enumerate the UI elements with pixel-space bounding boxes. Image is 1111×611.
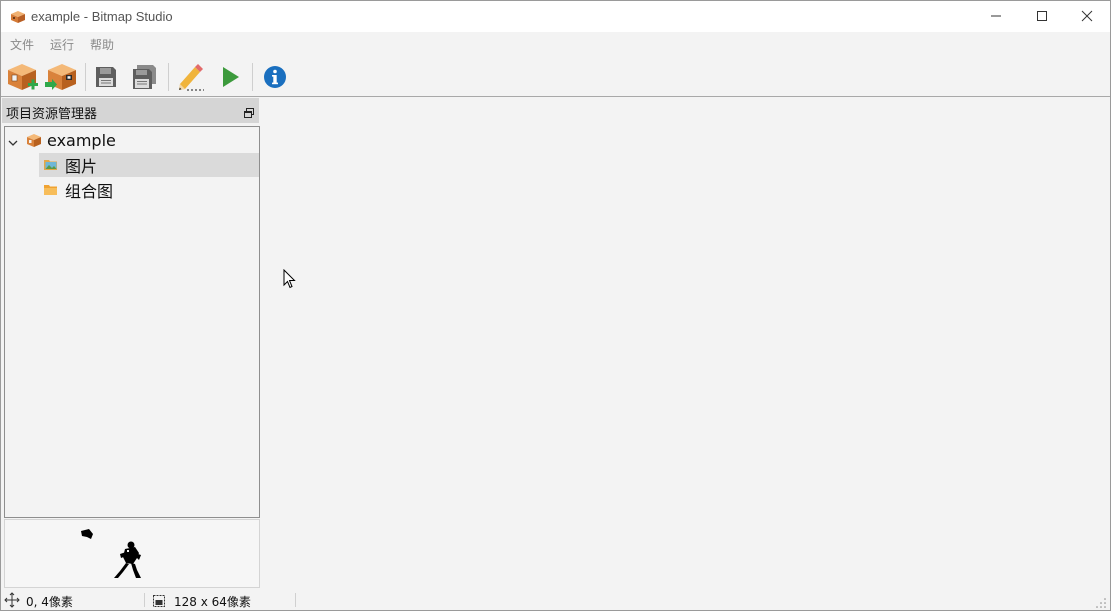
image-size-icon xyxy=(152,593,166,607)
status-separator xyxy=(295,593,296,607)
floppy-stack-icon xyxy=(133,65,156,89)
cursor-position: 0, 4像素 xyxy=(26,595,73,609)
window-title: example - Bitmap Studio xyxy=(31,9,173,24)
sprite-preview-image xyxy=(81,529,141,578)
folder-icon xyxy=(43,182,59,198)
minimize-button[interactable] xyxy=(973,1,1019,31)
play-icon xyxy=(223,67,239,87)
about-button[interactable] xyxy=(258,60,292,94)
tree-item-label: 图片 xyxy=(65,157,98,176)
menu-help[interactable]: 帮助 xyxy=(90,36,114,53)
tree-item-label: example xyxy=(47,130,116,150)
run-button[interactable] xyxy=(213,60,247,94)
status-bar: 0, 4像素 128 x 64像素 xyxy=(1,590,1110,610)
new-project-button[interactable] xyxy=(6,60,40,94)
maximize-icon xyxy=(1037,11,1047,21)
package-arrow-icon xyxy=(45,64,76,90)
title-bar: example - Bitmap Studio xyxy=(1,1,1110,32)
menu-file[interactable]: 文件 xyxy=(10,36,34,53)
pencil-icon xyxy=(179,64,204,91)
tree-item-label: 组合图 xyxy=(65,182,114,201)
close-icon xyxy=(1081,10,1093,22)
open-project-button[interactable] xyxy=(44,60,78,94)
mouse-cursor-icon xyxy=(283,268,297,293)
bitmap-preview xyxy=(4,519,260,588)
toolbar-separator xyxy=(85,63,86,91)
restore-panel-icon[interactable] xyxy=(243,104,255,118)
explorer-title: 项目资源管理器 xyxy=(6,107,98,122)
resize-grip-icon[interactable] xyxy=(1095,594,1107,608)
save-all-button[interactable] xyxy=(128,60,162,94)
menu-bar: 文件 运行 帮助 xyxy=(1,32,1110,54)
move-icon xyxy=(4,592,20,608)
floppy-icon xyxy=(96,67,116,87)
chevron-down-icon[interactable] xyxy=(7,134,19,146)
tree-item-project[interactable]: example xyxy=(7,128,257,152)
info-icon xyxy=(264,66,286,88)
status-separator xyxy=(144,593,145,607)
tree-item-images[interactable]: 图片 xyxy=(39,153,259,177)
close-button[interactable] xyxy=(1064,1,1110,31)
app-window: example - Bitmap Studio 文件 运行 帮助 项目资源管理器… xyxy=(0,0,1111,611)
edit-button[interactable] xyxy=(173,60,207,94)
image-folder-icon xyxy=(43,157,59,173)
toolbar-separator xyxy=(168,63,169,91)
package-icon xyxy=(10,9,26,23)
project-tree: example 图片 组合图 xyxy=(4,126,260,518)
package-icon xyxy=(26,132,42,148)
toolbar-divider xyxy=(1,96,1110,97)
tree-item-composite[interactable]: 组合图 xyxy=(39,178,259,202)
toolbar xyxy=(1,57,1110,95)
package-plus-icon xyxy=(8,64,38,90)
menu-run[interactable]: 运行 xyxy=(50,36,74,53)
save-button[interactable] xyxy=(89,60,123,94)
image-size: 128 x 64像素 xyxy=(174,595,251,609)
maximize-button[interactable] xyxy=(1019,1,1065,31)
minimize-icon xyxy=(991,15,1001,17)
explorer-header: 项目资源管理器 xyxy=(2,98,259,123)
toolbar-separator xyxy=(252,63,253,91)
